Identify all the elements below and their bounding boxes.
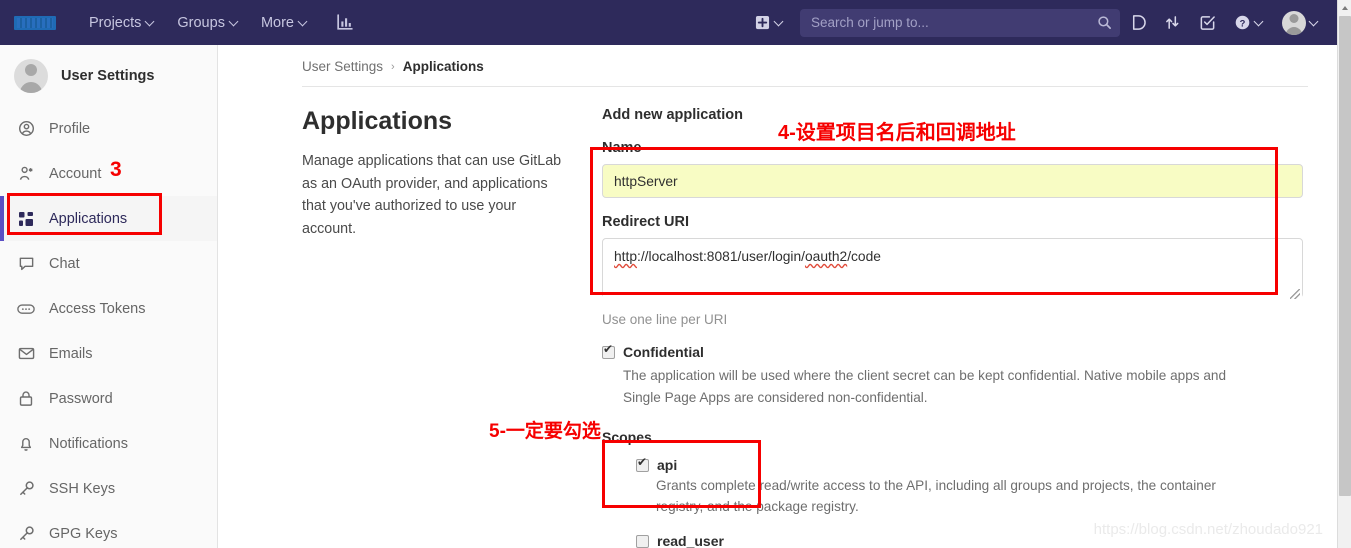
scope-api-description: Grants complete read/write access to the…	[656, 477, 1216, 514]
chat-bubble-icon	[16, 255, 36, 272]
scope-api-row[interactable]: api	[636, 456, 1303, 473]
add-application-form: Add new application Name Redirect URI ht…	[602, 107, 1338, 548]
search-icon	[1098, 16, 1111, 29]
scope-read-user-row[interactable]: read_user	[636, 533, 1303, 548]
redirect-uri-textarea[interactable]	[602, 238, 1303, 298]
sidebar-item-label: Profile	[49, 120, 91, 137]
sidebar-item-gpg-keys[interactable]: GPG Keys	[0, 511, 217, 548]
sidebar-item-label: GPG Keys	[49, 525, 118, 542]
new-item-button[interactable]	[747, 10, 792, 35]
merge-requests-icon[interactable]	[1155, 8, 1190, 37]
confidential-description: The application will be used where the c…	[623, 368, 1227, 405]
chevron-down-icon	[230, 18, 239, 27]
field-spacer	[602, 198, 1303, 214]
sidebar-item-label: Applications	[49, 210, 128, 227]
sidebar-item-profile[interactable]: Profile	[0, 106, 217, 151]
chevron-down-icon	[146, 18, 155, 27]
applications-intro: Applications Manage applications that ca…	[302, 107, 602, 548]
redirect-uri-label: Redirect URI	[602, 214, 690, 230]
content-columns: Applications Manage applications that ca…	[218, 87, 1338, 548]
sidebar-item-password[interactable]: Password	[0, 376, 217, 421]
sidebar-item-label: Emails	[49, 345, 93, 362]
issues-icon[interactable]	[1120, 8, 1155, 37]
sidebar-item-ssh-keys[interactable]: SSH Keys	[0, 466, 217, 511]
key-icon	[16, 525, 36, 542]
help-icon[interactable]: ?	[1225, 8, 1273, 37]
scope-read-user-checkbox[interactable]	[636, 535, 649, 548]
chevron-down-icon	[1255, 18, 1264, 27]
form-title: Add new application	[602, 107, 743, 123]
confidential-label: Confidential	[623, 344, 704, 360]
envelope-icon	[16, 345, 36, 362]
bar-chart-icon[interactable]	[327, 7, 362, 38]
sidebar-title: User Settings	[61, 68, 155, 84]
user-menu-button[interactable]	[1273, 5, 1328, 41]
user-circle-icon	[16, 120, 36, 137]
confidential-checkbox[interactable]	[602, 343, 615, 359]
nav-more[interactable]: More	[250, 9, 319, 37]
scope-read-user-name: read_user	[657, 533, 724, 548]
top-navbar: Projects Groups More Search or jump to..…	[0, 0, 1338, 45]
scopes-label: Scopes	[602, 428, 652, 445]
gitlab-logo[interactable]	[14, 15, 56, 30]
page-description: Manage applications that can use GitLab …	[302, 153, 562, 237]
svg-text:?: ?	[1240, 18, 1246, 29]
avatar	[1282, 10, 1306, 35]
main-content: User Settings › Applications Application…	[218, 45, 1338, 548]
nav-projects[interactable]: Projects	[78, 9, 166, 37]
chevron-down-icon	[775, 18, 784, 27]
plus-square-icon	[755, 15, 770, 30]
token-icon	[16, 302, 36, 316]
sidebar-item-label: Access Tokens	[49, 300, 146, 317]
breadcrumb-parent[interactable]: User Settings	[302, 59, 383, 74]
sidebar-item-label: Password	[49, 390, 113, 407]
page-scrollbar[interactable]	[1337, 0, 1351, 548]
sidebar-item-access-tokens[interactable]: Access Tokens	[0, 286, 217, 331]
bell-icon	[16, 435, 36, 452]
nav-projects-label: Projects	[89, 14, 142, 31]
name-label: Name	[602, 140, 642, 156]
sidebar-item-label: Account	[49, 165, 102, 182]
scroll-up-arrow-icon[interactable]	[1338, 0, 1351, 15]
todos-icon[interactable]	[1190, 8, 1225, 37]
nav-more-label: More	[260, 14, 294, 31]
sidebar-item-account[interactable]: Account	[0, 151, 217, 196]
avatar	[14, 59, 48, 93]
scope-api-name: api	[657, 456, 678, 473]
applications-grid-icon	[16, 211, 36, 227]
sidebar-item-applications[interactable]: Applications	[0, 196, 217, 241]
chevron-down-icon	[299, 18, 308, 27]
sidebar-item-label: Chat	[49, 255, 80, 272]
sidebar-header: User Settings	[0, 45, 217, 106]
breadcrumb-current: Applications	[402, 59, 484, 74]
key-icon	[16, 480, 36, 497]
sidebar-item-notifications[interactable]: Notifications	[0, 421, 217, 466]
sidebar-item-label: SSH Keys	[49, 480, 116, 497]
redirect-uri-wrapper: http://localhost:8081/user/login/oauth2/…	[602, 238, 1303, 303]
lock-icon	[16, 390, 36, 407]
search-box[interactable]	[800, 8, 1120, 37]
search-input[interactable]	[811, 15, 1097, 30]
chevron-down-icon	[1310, 18, 1319, 27]
sidebar-item-chat[interactable]: Chat	[0, 241, 217, 286]
page-title: Applications	[302, 107, 453, 135]
name-input[interactable]	[602, 164, 1303, 198]
breadcrumb-separator: ›	[391, 60, 395, 73]
scrollbar-thumb[interactable]	[1339, 16, 1351, 496]
nav-groups-label: Groups	[177, 14, 225, 31]
scope-api-checkbox[interactable]	[636, 456, 649, 472]
confidential-checkbox-row[interactable]: Confidential	[602, 343, 1303, 360]
account-icon	[16, 165, 36, 182]
sidebar-item-label: Notifications	[49, 435, 128, 452]
nav-groups[interactable]: Groups	[166, 9, 250, 37]
user-settings-sidebar: User Settings Profile Account Applicatio…	[0, 45, 218, 548]
scope-api: api Grants complete read/write access to…	[636, 456, 1303, 548]
redirect-uri-help: Use one line per URI	[602, 312, 728, 327]
breadcrumb: User Settings › Applications	[218, 45, 1338, 74]
sidebar-item-emails[interactable]: Emails	[0, 331, 217, 376]
